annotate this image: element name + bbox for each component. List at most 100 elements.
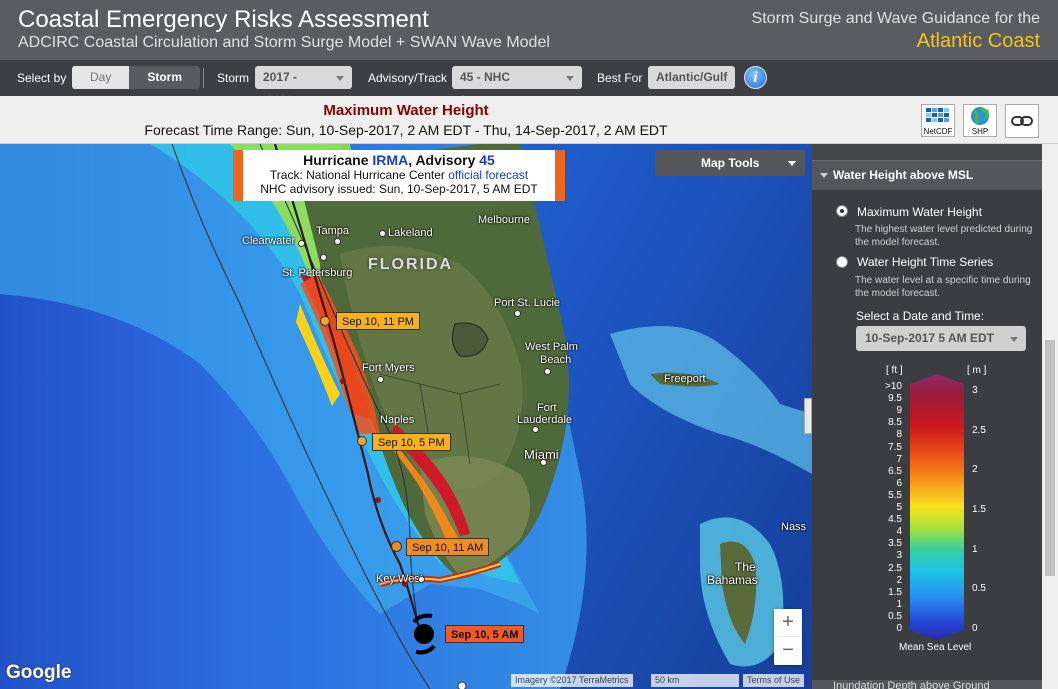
state-label-florida: FLORIDA [368,256,454,273]
track-label-11pm: Sep 10, 11 PM [336,312,420,330]
storm-select[interactable]: 2017 - IRMA [255,66,352,107]
legend-ft-tick: 4.5 [888,514,902,526]
imagery-attribution: Imagery ©2017 TerraMetrics [511,674,633,687]
option-max-water-height-desc: The highest water level predicted during… [855,224,1033,248]
option-max-water-height[interactable]: Maximum Water Height [857,205,982,219]
google-logo: Google [6,662,72,683]
panel-scrollbar[interactable] [1042,144,1058,689]
city-west-palm-1: West Palm [525,341,578,353]
app-header: Coastal Emergency Risks Assessment ADCIR… [0,0,1058,60]
grid-icon [926,108,949,122]
select-by-label: Select by [17,71,67,85]
info-icon[interactable]: i [744,66,767,89]
shp-download-button[interactable]: SHP [963,104,997,137]
city-dot-lakeland [379,230,386,237]
legend-m-tick: 3 [972,385,978,396]
legend-ft-tick: 1 [896,598,902,610]
legend-ft-tick: 8 [896,429,902,441]
legend-ft-tick: 4 [896,526,902,538]
legend-ft-tick: 3 [896,550,902,562]
city-port-st-lucie: Port St. Lucie [494,297,561,309]
city-fort-myers: Fort Myers [362,362,415,374]
best-for-label: Best For [597,71,643,85]
day-button[interactable]: Day [72,66,130,89]
toolbar: Select by Day Storm Storm 2017 - IRMA Ad… [0,60,1058,107]
best-for-value[interactable]: Atlantic/Gulf [648,66,735,89]
panel-topbar [812,144,1042,160]
city-freeport: Freeport [664,373,706,385]
date-time-select[interactable]: 10-Sep-2017 5 AM EDT [856,326,1026,351]
toolbar-divider [203,68,204,88]
select-by-toggle: Day Storm [72,66,201,89]
official-forecast-link[interactable]: official forecast [448,168,528,182]
track-point-11am[interactable] [391,541,402,552]
track-label-5pm: Sep 10, 5 PM [372,433,451,451]
radio-max-water-height[interactable] [836,205,848,217]
legend-ft-tick: 3.5 [888,538,902,550]
legend-m-tick: 1.5 [972,504,986,515]
city-fort-lauderdale-2: Lauderdale [517,414,573,426]
legend-ft-tick: 5 [896,502,902,513]
legend-ft-tick: 2.5 [888,562,902,574]
option-time-series-desc: The water level at a specific time durin… [855,275,1031,299]
panel-collapse-handle[interactable] [804,398,812,434]
map-tools-dropdown[interactable]: Map Tools [655,150,805,176]
advisory-number: 45 [479,152,495,168]
legend-ft-tick: 9.5 [888,393,902,405]
zoom-out-button[interactable]: − [774,637,802,665]
legend-m-tick: 0.5 [972,583,986,595]
product-title: Maximum Water Height [323,102,489,119]
city-melbourne: Melbourne [478,214,530,226]
city-lakeland: Lakeland [388,227,433,239]
city-dot-stpete [320,254,327,261]
city-dot-key-west [418,576,425,583]
track-label-5am: Sep 10, 5 AM [445,625,525,643]
legend-ft-tick: 8.5 [888,417,902,429]
legend-ft-tick: 2 [896,574,902,586]
track-point-11pm[interactable] [320,316,330,326]
region-label: Atlantic Coast [916,30,1040,52]
app-title: Coastal Emergency Risks Assessment [18,6,429,33]
legend-ft-tick: 0 [896,623,902,634]
advisory-issued: NHC advisory issued: Sun, 10-Sep-2017, 5… [260,182,538,196]
zoom-in-button[interactable]: + [774,609,802,637]
legend-m-tick: 1 [972,543,978,555]
map-scale: 50 km [651,674,739,687]
advisory-select[interactable]: 45 - NHC forecast [452,66,582,107]
track-line: Track: National Hurricane Center officia… [243,168,555,182]
storm-button[interactable]: Storm [129,66,201,89]
share-link-button[interactable] [1005,104,1039,138]
hurricane-word: Hurricane [303,152,369,168]
section-inundation[interactable]: Inundation Depth above Ground [812,680,1042,689]
product-band: Maximum Water Height Forecast Time Range… [0,96,1058,144]
section-water-height[interactable]: Water Height above MSL [812,160,1042,190]
radio-time-series[interactable] [836,256,848,268]
mean-sea-level-label: Mean Sea Level [899,642,972,653]
scrollbar-thumb[interactable] [1045,340,1055,576]
track-label-11am: Sep 10, 11 AM [406,538,490,556]
storm-label: Storm [217,71,250,85]
city-fort-lauderdale-1: Fort [537,402,557,414]
legend-ft-tick: 1.5 [888,586,902,598]
legend-m-tick: 0 [972,623,978,634]
legend-ft-tick: 9 [896,405,902,417]
legend-ft-tick: 0.5 [888,610,902,622]
legend-ft-tick: 5.5 [888,489,902,501]
color-scale-legend [910,374,964,640]
city-naples: Naples [380,414,415,426]
forecast-range: Forecast Time Range: Sun, 10-Sep-2017, 2… [144,122,668,138]
legend-m-tick: 2 [972,464,978,476]
netcdf-download-button[interactable]: NetCDF [921,104,955,137]
track-point-5pm[interactable] [357,436,367,446]
legend-ft-tick: 6 [896,477,902,489]
city-dot-west-palm [544,368,551,375]
date-time-label: Select a Date and Time: [856,309,985,323]
legend-m-tick: 2.5 [972,424,986,436]
app-subtitle: ADCIRC Coastal Circulation and Storm Sur… [18,34,550,51]
terms-of-use-link[interactable]: Terms of Use [743,674,805,687]
option-time-series[interactable]: Water Height Time Series [857,255,993,269]
legend-unit-m: [ m ] [967,365,987,376]
map-canvas[interactable]: Sep 10, 11 PM Sep 10, 5 PM Sep 10, 11 AM… [0,144,812,689]
advisory-box: Hurricane IRMA, Advisory 45 Track: Natio… [233,150,565,201]
legend-ft-tick: >10 [885,381,902,392]
